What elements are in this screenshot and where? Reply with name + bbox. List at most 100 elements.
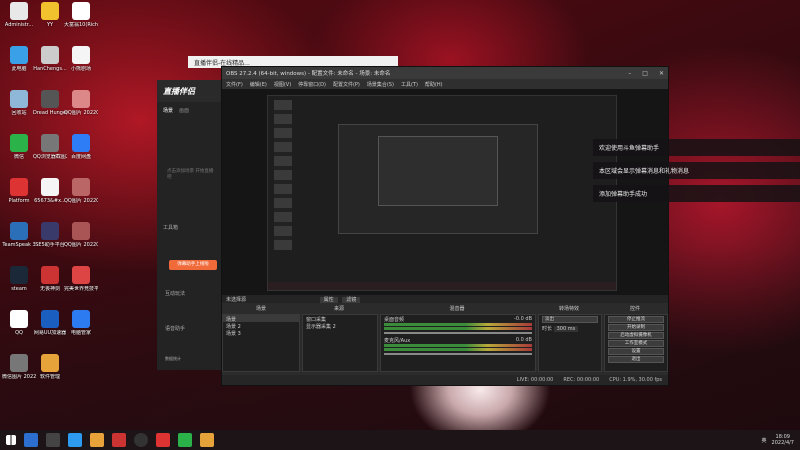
desktop-icon[interactable]: 小熊剧场 — [64, 46, 98, 88]
app-icon — [10, 2, 28, 20]
desktop-icon-label: steam — [11, 286, 27, 292]
desktop-icon[interactable]: TeamSpeak 3 — [2, 222, 36, 264]
app-icon — [10, 354, 28, 372]
desktop-icon[interactable]: steam — [2, 266, 36, 308]
ime-indicator[interactable]: 英 — [762, 437, 767, 444]
desktop-icon[interactable]: 微信图片 2022020... — [2, 354, 36, 396]
no-source-label: 未选择源 — [226, 297, 247, 303]
taskbar-app-icon[interactable] — [112, 433, 126, 447]
duration-label: 时长 — [542, 326, 553, 332]
app-icon — [41, 90, 59, 108]
maximize-icon[interactable]: □ — [642, 70, 648, 77]
control-button[interactable]: 停止推流 — [608, 316, 664, 323]
app-icon — [10, 222, 28, 240]
taskbar-app-icon[interactable] — [90, 433, 104, 447]
desktop-icon[interactable]: 65673&#x... — [33, 178, 67, 220]
desktop-icon[interactable]: YY — [33, 2, 67, 44]
app-icon — [72, 90, 90, 108]
mixer-channel: 麦克风/Aux 0.0 dB — [381, 336, 535, 355]
desktop-icon[interactable]: QQ — [2, 310, 36, 352]
source-item[interactable]: 显示器采集 2 — [303, 322, 377, 330]
scenes-dock: 场景 场景 2 场景 3 — [222, 314, 300, 372]
desktop-icon[interactable]: 软件管理 — [33, 354, 67, 396]
desktop-icon-label: 微信图片 2022020... — [2, 374, 36, 380]
assistant-item[interactable]: 数据统计 — [165, 356, 181, 362]
desktop-icon-label: QQ浏览器截图20220404... — [33, 154, 67, 160]
desktop-icon[interactable]: 电脑管家 — [64, 310, 98, 352]
desktop-icon[interactable]: 网易UU加速器 — [33, 310, 67, 352]
tab-picture[interactable]: 画面 — [179, 107, 189, 114]
assistant-item[interactable]: 互动玩法 — [165, 290, 185, 297]
scene-item[interactable]: 场景 3 — [223, 329, 299, 337]
taskbar-app-icon[interactable] — [178, 433, 192, 447]
scene-item[interactable]: 场景 2 — [223, 322, 299, 330]
menu-item[interactable]: 视图(V) — [274, 81, 291, 88]
minimize-icon[interactable]: – — [628, 70, 631, 77]
desktop-icon[interactable]: 大富翁10(Richm... — [64, 2, 98, 44]
menu-item[interactable]: 文件(F) — [226, 81, 243, 88]
properties-button[interactable]: 属性 — [319, 297, 338, 303]
menu-item[interactable]: 工具(T) — [401, 81, 418, 88]
windows-start-icon[interactable] — [6, 435, 16, 445]
clock-date[interactable]: 2022/4/7 — [772, 440, 794, 446]
scene-item[interactable]: 场景 — [223, 315, 299, 323]
control-button[interactable]: 设置 — [608, 348, 664, 355]
desktop-icon-label: 回收站 — [11, 110, 27, 116]
transition-select[interactable]: 淡出 — [542, 316, 598, 323]
desktop-icon[interactable]: QQ图片 2022040... — [64, 222, 98, 264]
desktop-icon[interactable]: QQ图片 2022040... — [64, 178, 98, 220]
taskbar-app-icon[interactable] — [156, 433, 170, 447]
mixer-channel-name: 桌面音频 — [384, 317, 405, 323]
danmaku-assistant-button[interactable]: 弹幕助手上线啦 — [169, 260, 217, 270]
taskbar-app-icon[interactable] — [200, 433, 214, 447]
app-icon — [41, 2, 59, 20]
taskbar-app-icon[interactable] — [134, 433, 148, 447]
desktop-icon[interactable]: QQ图片 20220405... — [64, 90, 98, 132]
desktop-icon[interactable]: SE5助手平台 — [33, 222, 67, 264]
desktop-icon-label: Dread Hunger — [33, 110, 67, 116]
desktop-icon[interactable]: 微信 — [2, 134, 36, 176]
dock-title: 混音器 — [449, 306, 465, 312]
taskbar-app-icon[interactable] — [24, 433, 38, 447]
control-button[interactable]: 启动虚拟摄像机 — [608, 332, 664, 339]
app-icon — [10, 178, 28, 196]
menu-item[interactable]: 编辑(E) — [250, 81, 267, 88]
menu-item[interactable]: 停靠窗口(D) — [298, 81, 326, 88]
control-button[interactable]: 开始录制 — [608, 324, 664, 331]
menu-item[interactable]: 配置文件(P) — [333, 81, 360, 88]
source-item[interactable]: 窗口采集 — [303, 315, 377, 323]
tab-scene[interactable]: 场景 — [163, 107, 173, 114]
app-icon — [72, 310, 90, 328]
desktop-icon-label: SE5助手平台 — [35, 242, 65, 248]
filters-button[interactable]: 滤镜 — [342, 297, 361, 303]
desktop-icon[interactable]: Platform — [2, 178, 36, 220]
app-icon — [10, 310, 28, 328]
control-button[interactable]: 退出 — [608, 356, 664, 363]
desktop-icon[interactable]: 回收站 — [2, 90, 36, 132]
desktop-icon[interactable]: Administr... — [2, 2, 36, 44]
assistant-item[interactable]: 语音助手 — [165, 325, 185, 332]
volume-meter — [384, 348, 532, 351]
desktop-icon[interactable]: 完美世界竞技平台 — [64, 266, 98, 308]
app-icon — [72, 178, 90, 196]
desktop-icon[interactable]: QQ浏览器截图20220404... — [33, 134, 67, 176]
volume-slider[interactable] — [384, 332, 532, 334]
desktop-icon[interactable]: 百度网盘 — [64, 134, 98, 176]
desktop-icon-label: 此电脑 — [11, 66, 27, 72]
taskbar-app-icon[interactable] — [68, 433, 82, 447]
app-icon — [10, 134, 28, 152]
volume-meter — [384, 323, 532, 326]
status-bar: LIVE: 00:00:00 REC: 00:00:00 CPU: 1.9%, … — [222, 375, 668, 385]
taskbar-app-icon[interactable] — [46, 433, 60, 447]
menu-item[interactable]: 场景集合(S) — [367, 81, 394, 88]
close-icon[interactable]: ✕ — [659, 70, 664, 77]
desktop-icon-label: 无畏神剑 — [39, 286, 60, 292]
volume-slider[interactable] — [384, 353, 532, 355]
duration-input[interactable]: 300 ms — [553, 326, 579, 332]
desktop-icon[interactable]: Dread Hunger — [33, 90, 67, 132]
desktop-icon[interactable]: 此电脑 — [2, 46, 36, 88]
desktop-icon[interactable]: HanChengs... — [33, 46, 67, 88]
desktop-icon[interactable]: 无畏神剑 — [33, 266, 67, 308]
menu-item[interactable]: 帮助(H) — [425, 81, 443, 88]
control-button[interactable]: 工作室模式 — [608, 340, 664, 347]
